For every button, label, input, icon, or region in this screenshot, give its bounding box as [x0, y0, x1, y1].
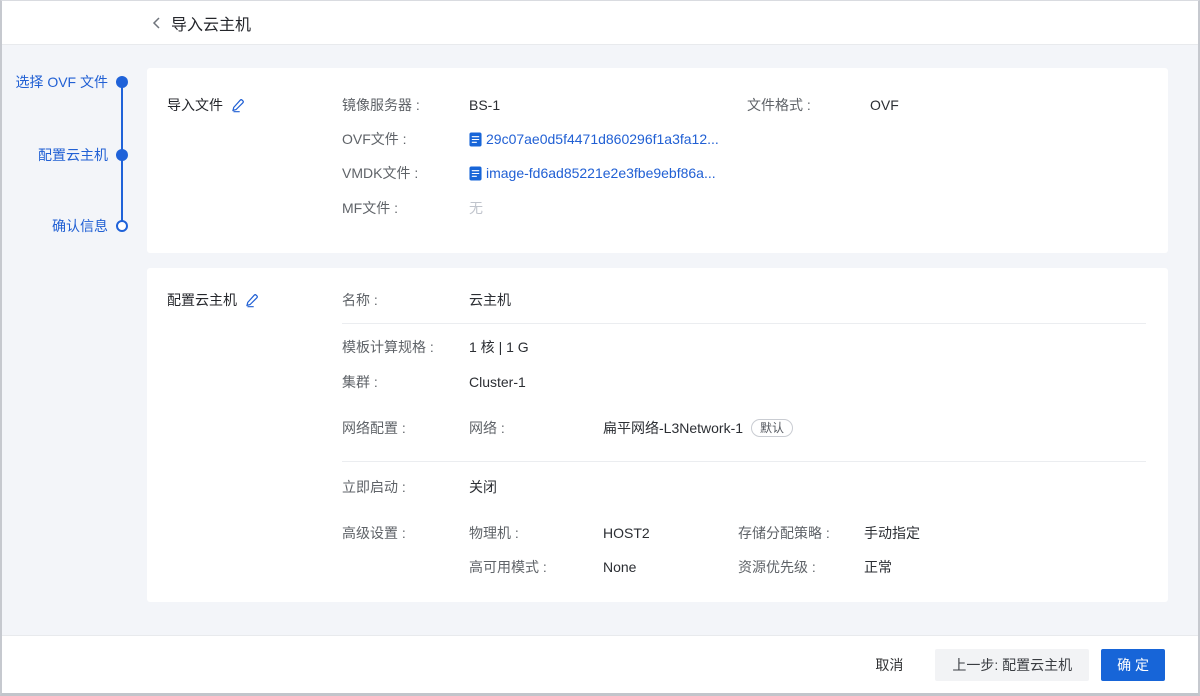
- file-format-label: 文件格式 :: [747, 95, 870, 115]
- configure-vm-card: 配置云主机 名称 : 云主机 模板计算规格: [147, 268, 1168, 602]
- host-label: 物理机 :: [469, 523, 603, 543]
- host-value: HOST2: [603, 523, 738, 543]
- step-label: 确认信息: [52, 216, 108, 236]
- network-name: 扁平网络-L3Network-1: [603, 420, 743, 436]
- step-dot-filled: [116, 149, 128, 161]
- field-row: 网络配置 : 网络 : 扁平网络-L3Network-1 默认: [342, 418, 1146, 438]
- edit-icon[interactable]: [244, 293, 259, 308]
- file-icon: [469, 166, 482, 181]
- page-title: 导入云主机: [171, 11, 251, 35]
- configure-vm-card-header: 配置云主机: [167, 290, 342, 310]
- field-row: 高级设置 : 物理机 : HOST2 存储分配策略 : 手动指定: [342, 523, 1146, 543]
- vm-name-label: 名称 :: [342, 290, 469, 310]
- resource-priority-label: 资源优先级 :: [738, 557, 864, 577]
- vmdk-file-name: image-fd6ad85221e2e3fbe9ebf86a...: [486, 163, 716, 183]
- ha-mode-label: 高可用模式 :: [469, 557, 603, 577]
- field-row: 立即启动 : 关闭: [342, 477, 1146, 497]
- field-row: MF文件 : 无: [342, 198, 1146, 218]
- import-file-card: 导入文件 镜像服务器 : BS-1 文件格式 : OVF: [147, 68, 1168, 253]
- resource-priority-value: 正常: [864, 557, 892, 577]
- vm-name-value: 云主机: [469, 290, 511, 310]
- cluster-value: Cluster-1: [469, 372, 526, 392]
- image-server-label: 镜像服务器 :: [342, 95, 469, 115]
- field-row: 高可用模式 : None 资源优先级 : 正常: [342, 557, 1146, 577]
- file-icon: [469, 132, 482, 147]
- main-area: 选择 OVF 文件 配置云主机 确认信息 导入文件: [2, 45, 1198, 635]
- edit-icon[interactable]: [230, 98, 245, 113]
- network-value: 扁平网络-L3Network-1 默认: [603, 418, 793, 438]
- file-format-value: OVF: [870, 95, 899, 115]
- network-label: 网络 :: [469, 418, 603, 438]
- field-row: VMDK文件 : image-fd6ad85221e2e3fbe9ebf86a.…: [342, 163, 1146, 183]
- wizard-footer: 取消 上一步: 配置云主机 确 定: [2, 635, 1198, 693]
- confirm-button[interactable]: 确 定: [1101, 649, 1165, 681]
- compute-spec-label: 模板计算规格 :: [342, 337, 469, 357]
- step-label: 配置云主机: [38, 145, 108, 165]
- image-server-value: BS-1: [469, 95, 747, 115]
- storage-policy-value: 手动指定: [864, 523, 920, 543]
- card-title: 导入文件: [167, 95, 223, 115]
- cluster-label: 集群 :: [342, 372, 469, 392]
- field-row: 名称 : 云主机: [342, 290, 1146, 310]
- import-file-fields: 镜像服务器 : BS-1 文件格式 : OVF OVF文件 :: [342, 95, 1146, 218]
- step-label: 选择 OVF 文件: [15, 72, 108, 92]
- section-divider: [342, 461, 1146, 462]
- ovf-file-name: 29c07ae0d5f4471d860296f1a3fa12...: [486, 129, 719, 149]
- step-configure-vm[interactable]: 配置云主机: [2, 145, 128, 165]
- ovf-file-label: OVF文件 :: [342, 129, 469, 149]
- advanced-settings-label: 高级设置 :: [342, 523, 469, 543]
- vmdk-file-link[interactable]: image-fd6ad85221e2e3fbe9ebf86a...: [469, 163, 716, 183]
- field-row: OVF文件 : 29c07ae0d5f4471d860296f1a3fa12..…: [342, 129, 1146, 149]
- ha-mode-value: None: [603, 557, 738, 577]
- step-dot-hollow: [116, 220, 128, 232]
- mf-file-label: MF文件 :: [342, 198, 469, 218]
- storage-policy-label: 存储分配策略 :: [738, 523, 864, 543]
- cancel-button[interactable]: 取消: [875, 655, 903, 675]
- card-title: 配置云主机: [167, 290, 237, 310]
- default-badge: 默认: [751, 419, 793, 437]
- autostart-label: 立即启动 :: [342, 477, 469, 497]
- import-file-card-header: 导入文件: [167, 95, 342, 115]
- step-dot-filled: [116, 76, 128, 88]
- ovf-file-link[interactable]: 29c07ae0d5f4471d860296f1a3fa12...: [469, 129, 719, 149]
- back-icon[interactable]: [149, 15, 165, 31]
- import-vm-wizard-panel: 导入云主机 选择 OVF 文件 配置云主机 确认信息 导入: [0, 0, 1200, 696]
- mf-file-value: 无: [469, 198, 483, 218]
- previous-step-button[interactable]: 上一步: 配置云主机: [935, 649, 1089, 681]
- compute-spec-value: 1 核 | 1 G: [469, 337, 529, 357]
- autostart-value: 关闭: [469, 477, 497, 497]
- vmdk-file-label: VMDK文件 :: [342, 163, 469, 183]
- summary-cards: 导入文件 镜像服务器 : BS-1 文件格式 : OVF: [147, 68, 1168, 602]
- section-divider: [342, 323, 1146, 324]
- field-row: 镜像服务器 : BS-1 文件格式 : OVF: [342, 95, 1146, 115]
- network-config-label: 网络配置 :: [342, 418, 469, 438]
- page-header: 导入云主机: [2, 1, 1198, 45]
- field-row: 集群 : Cluster-1: [342, 372, 1146, 392]
- wizard-stepper: 选择 OVF 文件 配置云主机 确认信息: [2, 45, 147, 635]
- step-select-ovf-file[interactable]: 选择 OVF 文件: [2, 72, 128, 92]
- field-row: 模板计算规格 : 1 核 | 1 G: [342, 337, 1146, 357]
- step-confirm-info[interactable]: 确认信息: [2, 216, 128, 236]
- configure-vm-fields: 名称 : 云主机 模板计算规格 : 1 核 | 1 G 集群 : Cluster…: [342, 290, 1146, 577]
